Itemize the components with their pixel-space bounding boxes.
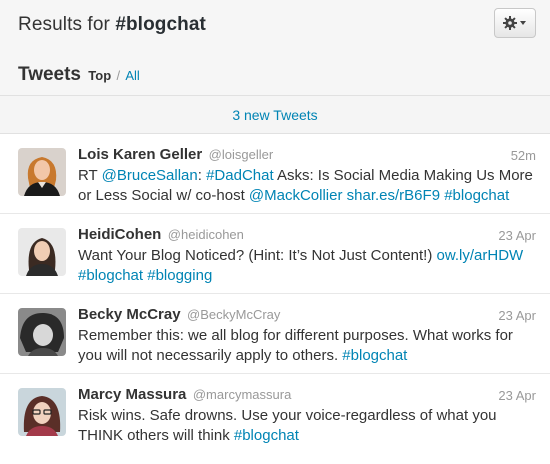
tweet-link[interactable]: #blogchat — [342, 347, 407, 364]
tweet-header: Becky McCray @BeckyMcCray 23 Apr — [78, 306, 536, 326]
tweet-text: Want Your Blog Noticed? (Hint: It’s Not … — [78, 246, 538, 286]
tweet-item[interactable]: Marcy Massura @marcymassura 23 Apr Risk … — [0, 374, 550, 464]
tweet-username[interactable]: @BeckyMcCray — [187, 307, 280, 322]
tweet-timestamp[interactable]: 23 Apr — [498, 388, 536, 403]
avatar[interactable] — [18, 228, 66, 276]
tweet-link[interactable]: #blogchat — [78, 267, 143, 284]
tweet-link[interactable]: @BruceSallan — [102, 167, 198, 184]
tweet-link[interactable]: #DadChat — [206, 167, 274, 184]
tweet-header: Lois Karen Geller @loisgeller 52m — [78, 146, 536, 166]
tweet-item[interactable]: HeidiCohen @heidicohen 23 Apr Want Your … — [0, 214, 550, 294]
tweet-timestamp[interactable]: 23 Apr — [498, 228, 536, 243]
chevron-down-icon — [520, 21, 526, 25]
gear-icon — [503, 16, 526, 30]
new-tweets-bar[interactable]: 3 new Tweets — [0, 96, 550, 134]
new-tweets-label[interactable]: 3 new Tweets — [232, 107, 317, 123]
tweet-username[interactable]: @loisgeller — [209, 147, 274, 162]
tweet-text-segment: Remember this: we all blog for different… — [78, 327, 513, 364]
filter-all-link[interactable]: All — [125, 68, 139, 83]
filter-top[interactable]: Top — [88, 68, 111, 83]
tweet-text: Risk wins. Safe drowns. Use your voice-r… — [78, 406, 538, 446]
avatar[interactable] — [18, 388, 66, 436]
tweet-timestamp[interactable]: 23 Apr — [498, 308, 536, 323]
tweet-username[interactable]: @marcymassura — [193, 387, 291, 402]
tweet-link[interactable]: #blogchat — [234, 427, 299, 444]
tweet-link[interactable]: ow.ly/arHDW — [437, 247, 524, 264]
settings-dropdown-button[interactable] — [494, 8, 536, 38]
tweets-heading-label: Tweets — [18, 64, 82, 85]
tweet-timestamp[interactable]: 52m — [511, 148, 536, 163]
tweet-text-segment: : — [197, 167, 207, 184]
tweet-link[interactable]: #blogging — [147, 267, 212, 284]
tweet-text-segment: RT — [78, 167, 102, 184]
tweet-text: Remember this: we all blog for different… — [78, 326, 538, 366]
tweet-username[interactable]: @heidicohen — [168, 227, 244, 242]
tweet-fullname[interactable]: Marcy Massura — [78, 386, 186, 403]
tweet-fullname[interactable]: Lois Karen Geller — [78, 146, 202, 163]
results-title: Results for #blogchat — [18, 14, 206, 36]
tweets-heading: Tweets Top / All — [18, 64, 140, 86]
tweet-item[interactable]: Becky McCray @BeckyMcCray 23 Apr Remembe… — [0, 294, 550, 374]
search-header: Results for #blogchat Tweets Top / All — [0, 0, 550, 96]
tweet-header: Marcy Massura @marcymassura 23 Apr — [78, 386, 536, 406]
tweet-link[interactable]: @MackCollier — [249, 187, 343, 204]
tweet-fullname[interactable]: Becky McCray — [78, 306, 181, 323]
filter-separator: / — [116, 68, 121, 83]
tweet-text: RT @BruceSallan: #DadChat Asks: Is Socia… — [78, 166, 538, 206]
tweet-header: HeidiCohen @heidicohen 23 Apr — [78, 226, 536, 246]
avatar[interactable] — [18, 308, 66, 356]
tweet-link[interactable]: #blogchat — [444, 187, 509, 204]
results-prefix: Results for — [18, 14, 110, 35]
avatar[interactable] — [18, 148, 66, 196]
tweet-text-segment: Want Your Blog Noticed? (Hint: It’s Not … — [78, 247, 437, 264]
tweet-item[interactable]: Lois Karen Geller @loisgeller 52m RT @Br… — [0, 134, 550, 214]
tweet-fullname[interactable]: HeidiCohen — [78, 226, 161, 243]
tweet-link[interactable]: shar.es/rB6F9 — [347, 187, 440, 204]
search-query: #blogchat — [115, 14, 206, 35]
